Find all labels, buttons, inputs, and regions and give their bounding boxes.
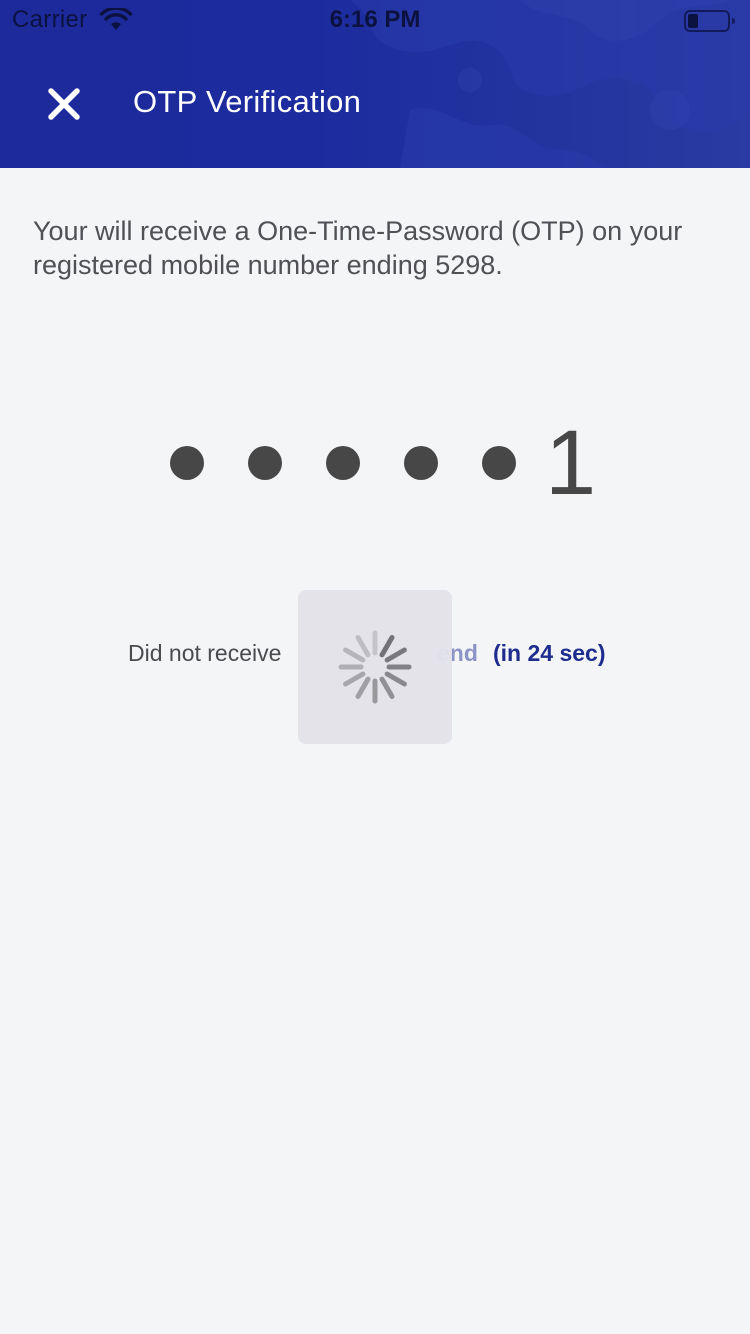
status-time: 6:16 PM — [329, 6, 421, 33]
spinner-spoke — [384, 671, 407, 687]
otp-info-text: Your will receive a One-Time-Password (O… — [33, 216, 683, 280]
resend-prompt: Did not receive — [128, 640, 282, 666]
page-title: OTP Verification — [133, 84, 362, 119]
otp-input[interactable]: 1 — [0, 400, 750, 530]
close-icon — [48, 88, 80, 120]
spinner-spoke — [384, 647, 407, 663]
spinner-spoke — [343, 671, 366, 687]
spinner-icon — [338, 630, 412, 704]
spinner-spoke — [343, 647, 366, 663]
spinner-spoke — [355, 676, 371, 699]
otp-last-digit: 1 — [545, 412, 597, 514]
status-bar: Carrier 6:16 PM — [0, 0, 750, 40]
spinner-spoke — [379, 676, 395, 699]
otp-masked-digit — [482, 446, 516, 480]
otp-masked-digit — [170, 446, 204, 480]
resend-timer: (in 24 sec) — [493, 640, 606, 666]
spinner-spoke — [355, 635, 371, 658]
spinner-spoke — [379, 635, 395, 658]
battery-low-icon — [684, 10, 735, 32]
header-bar: Carrier 6:16 PM OTP Verification — [0, 0, 750, 168]
otp-masked-digit — [404, 446, 438, 480]
loading-overlay — [298, 590, 452, 744]
otp-masked-digit — [326, 446, 360, 480]
close-button[interactable] — [38, 78, 90, 130]
otp-masked-digit — [248, 446, 282, 480]
